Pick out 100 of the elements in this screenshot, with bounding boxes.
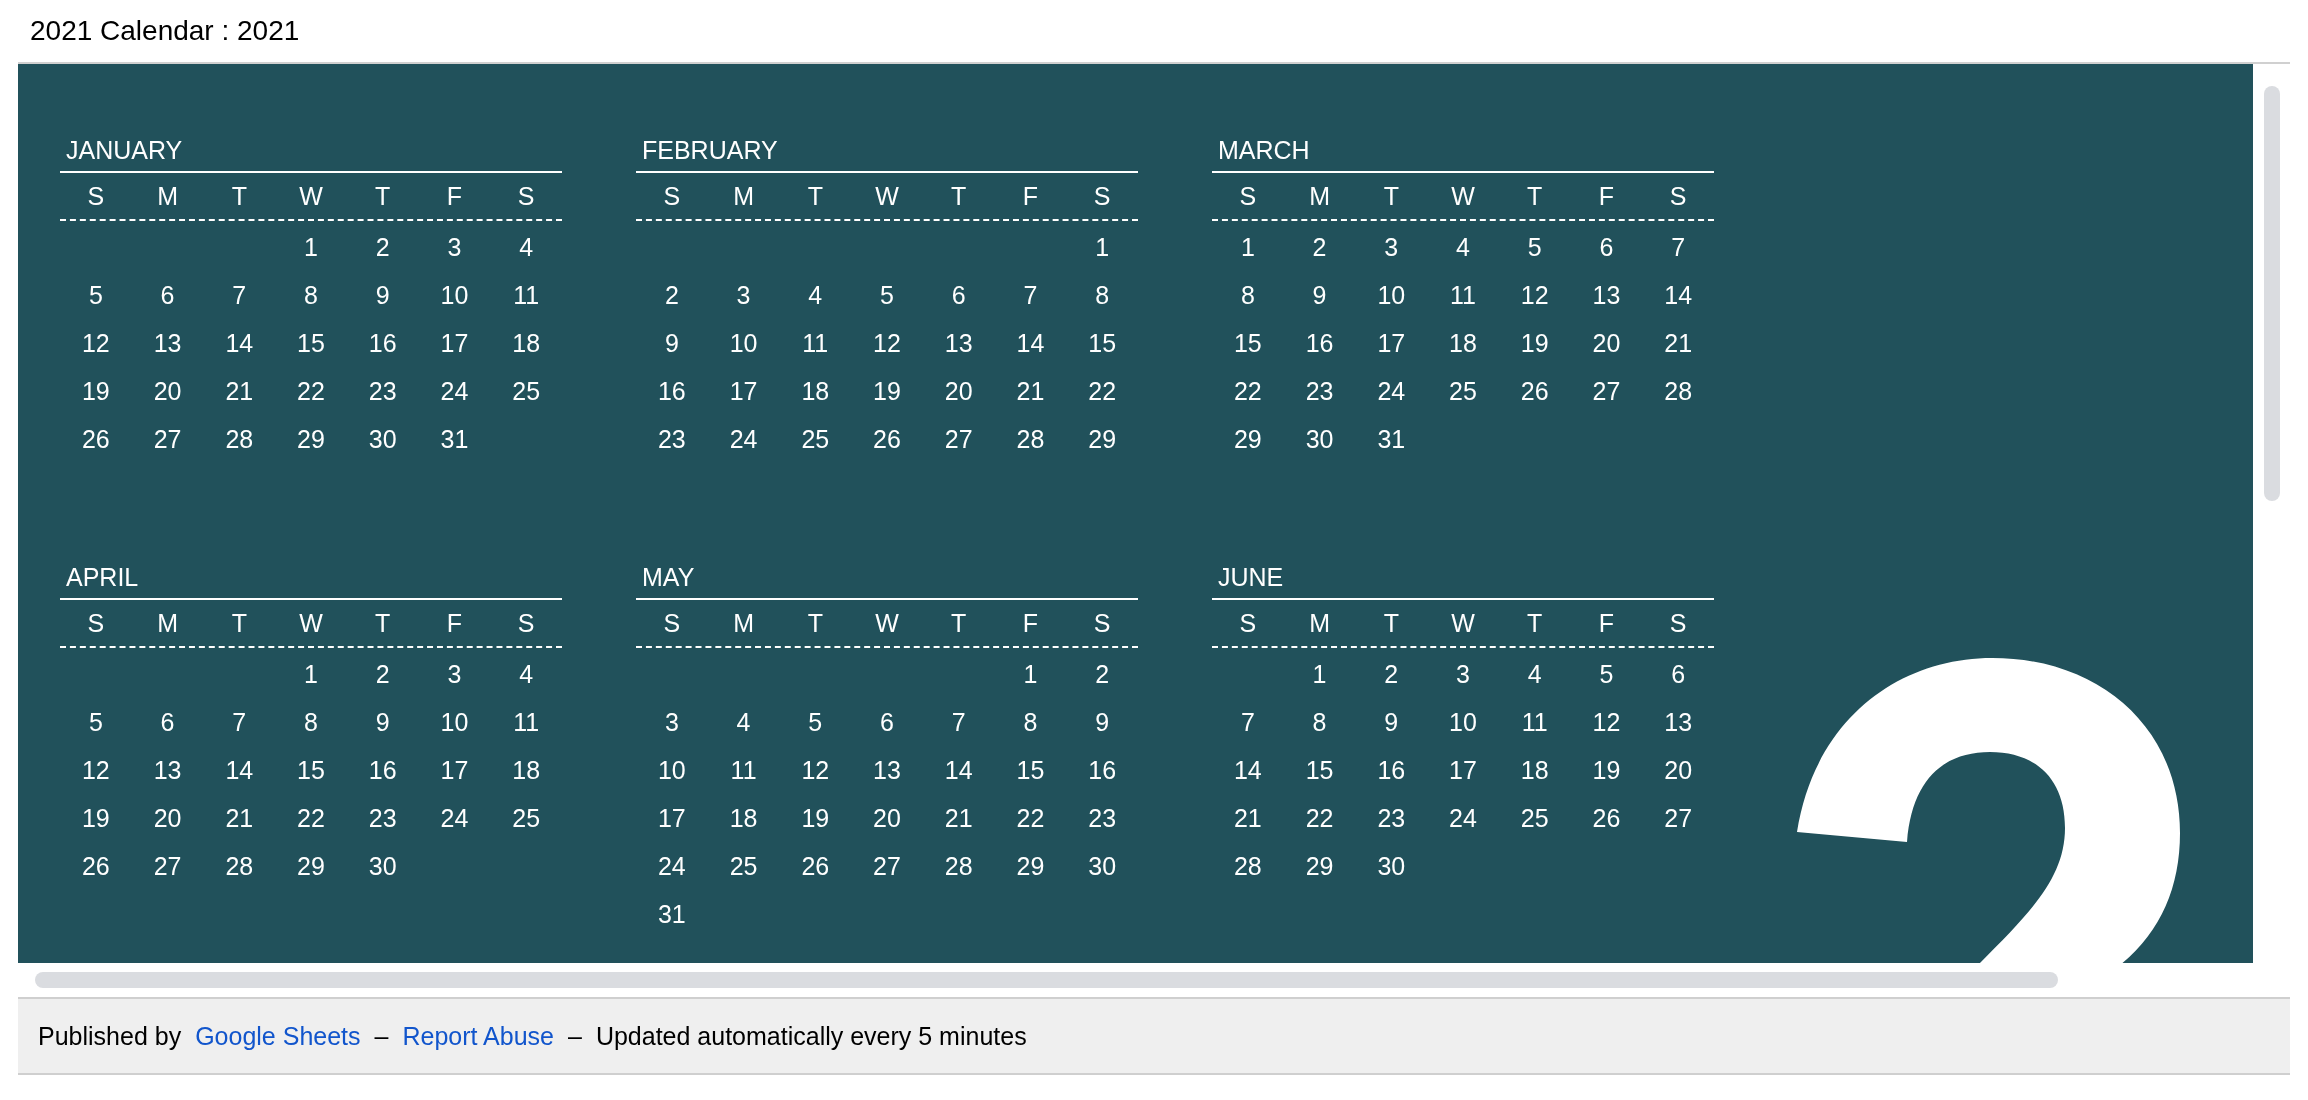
weekday-label: T	[1526, 181, 1544, 211]
weekday-label: F	[1021, 181, 1040, 211]
day-number: 7	[1239, 707, 1256, 737]
day-number: 28	[224, 851, 255, 881]
day-number: 15	[296, 755, 326, 785]
weekday-label: M	[732, 181, 755, 211]
google-sheets-link[interactable]: Google Sheets	[195, 1021, 361, 1051]
vertical-scrollbar[interactable]	[2263, 86, 2280, 501]
day-number: 15	[296, 328, 326, 358]
day-number: 5	[1598, 659, 1615, 689]
day-number: 29	[1087, 424, 1118, 454]
report-abuse-link[interactable]: Report Abuse	[402, 1021, 554, 1051]
day-number: 22	[1015, 803, 1046, 833]
page-title: 2021 Calendar : 2021	[29, 14, 301, 48]
day-number: 13	[1663, 707, 1694, 737]
day-number: 17	[1376, 328, 1407, 358]
weekday-label: W	[298, 608, 324, 638]
day-number: 27	[943, 424, 974, 454]
day-number: 21	[1232, 803, 1263, 833]
day-number: 16	[1376, 755, 1407, 785]
weekday-label: S	[86, 608, 106, 638]
day-number: 20	[152, 803, 183, 833]
month-name: JUNE	[1217, 563, 1285, 593]
day-number: 1	[1311, 659, 1328, 689]
day-number: 5	[807, 707, 824, 737]
day-number: 15	[1232, 328, 1263, 358]
footer-text: Published by	[38, 1021, 182, 1051]
day-number: 15	[1087, 328, 1118, 358]
separator: –	[567, 1021, 582, 1051]
day-number: 30	[367, 424, 398, 454]
month-name: FEBRUARY	[641, 136, 779, 166]
day-number: 2	[1311, 232, 1328, 262]
day-number: 21	[1663, 328, 1694, 358]
footer-text: Updated automatically every 5 minutes	[595, 1021, 1027, 1051]
day-number: 26	[800, 851, 831, 881]
weekday-label: W	[874, 181, 900, 211]
day-number: 29	[1232, 424, 1263, 454]
day-number: 24	[439, 803, 470, 833]
day-number: 9	[1383, 707, 1400, 737]
day-number: 15	[1304, 755, 1335, 785]
weekday-label: S	[1092, 181, 1112, 211]
day-number: 7	[950, 707, 967, 737]
day-number: 24	[1376, 376, 1407, 406]
day-number: 1	[1239, 232, 1256, 262]
day-number: 14	[1232, 755, 1263, 785]
weekday-label: T	[374, 608, 392, 638]
day-number: 23	[656, 424, 687, 454]
day-number: 25	[1448, 376, 1478, 406]
day-number: 8	[1094, 280, 1111, 310]
day-number: 25	[728, 851, 759, 881]
day-number: 13	[1591, 280, 1622, 310]
day-number: 23	[1087, 803, 1118, 833]
day-number: 2	[374, 659, 391, 689]
day-number: 8	[1022, 707, 1039, 737]
day-number: 19	[872, 376, 902, 406]
day-number: 5	[1526, 232, 1543, 262]
day-number: 3	[1383, 232, 1400, 262]
day-number: 18	[511, 328, 542, 358]
day-number: 7	[231, 707, 248, 737]
day-number: 22	[1304, 803, 1335, 833]
day-number: 24	[1448, 803, 1478, 833]
day-number: 16	[1087, 755, 1118, 785]
weekday-label: T	[1526, 608, 1544, 638]
day-number: 6	[950, 280, 967, 310]
weekday-label: F	[445, 608, 464, 638]
day-number: 16	[367, 755, 398, 785]
day-number: 14	[943, 755, 974, 785]
weekday-label: T	[230, 181, 248, 211]
day-number: 13	[152, 755, 183, 785]
day-number: 21	[943, 803, 974, 833]
day-number: 2	[663, 280, 680, 310]
day-number: 26	[1591, 803, 1622, 833]
horizontal-scrollbar[interactable]	[35, 972, 2058, 988]
day-number: 3	[446, 232, 463, 262]
day-number: 27	[872, 851, 902, 881]
day-number: 24	[439, 376, 470, 406]
day-number: 7	[1670, 232, 1687, 262]
day-number: 25	[800, 424, 831, 454]
day-number: 29	[1304, 851, 1335, 881]
day-number: 23	[1304, 376, 1335, 406]
day-number: 5	[879, 280, 895, 310]
day-number: 10	[439, 707, 470, 737]
day-number: 21	[224, 376, 255, 406]
day-number: 13	[872, 755, 902, 785]
day-number: 11	[512, 280, 541, 310]
day-number: 14	[1015, 328, 1046, 358]
day-number: 12	[872, 328, 902, 358]
day-number: 8	[1311, 707, 1328, 737]
day-number: 4	[807, 280, 824, 310]
day-number: 6	[1598, 232, 1615, 262]
day-number: 1	[303, 659, 319, 689]
day-number: 3	[446, 659, 463, 689]
day-number: 18	[728, 803, 759, 833]
day-number: 26	[1519, 376, 1550, 406]
day-number: 6	[1670, 659, 1687, 689]
day-number: 31	[656, 899, 687, 929]
day-number: 11	[1449, 280, 1477, 310]
weekday-label: T	[374, 181, 392, 211]
day-number: 11	[1520, 707, 1549, 737]
weekday-label: S	[516, 181, 536, 211]
